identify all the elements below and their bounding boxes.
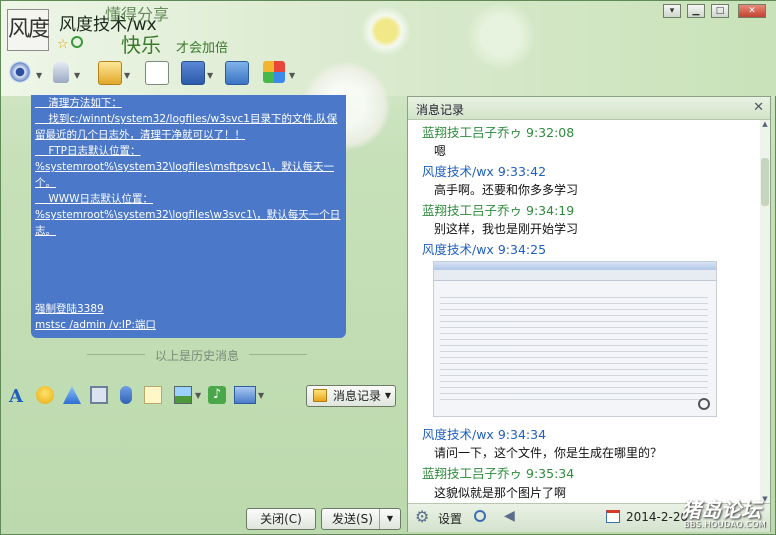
shake-icon[interactable] — [63, 386, 81, 404]
voice-message-icon[interactable] — [120, 386, 132, 404]
message-log-button[interactable]: 消息记录 ▼ — [306, 385, 396, 407]
video-call-icon[interactable] — [9, 61, 31, 83]
message-text: 嗯 — [434, 144, 447, 158]
chat-link[interactable]: 强制登陆3389 — [35, 301, 104, 317]
chevron-down-icon[interactable]: ▼ — [124, 71, 130, 80]
watermark-url: BBS.HOUDAO.COM — [684, 520, 767, 529]
music-icon[interactable]: ♪ — [208, 386, 226, 404]
message-sender: 蓝翔技工吕子乔ゥ 9:32:08 — [422, 125, 575, 140]
gear-icon[interactable]: ⚙ — [415, 507, 429, 526]
message-sender: 蓝翔技工吕子乔ゥ 9:34:19 — [422, 203, 575, 218]
microphone-icon[interactable] — [53, 61, 69, 83]
menu-icon[interactable]: ▾ — [663, 4, 681, 18]
message-sender: 风度技术/wx 9:34:25 — [422, 242, 547, 257]
scroll-down-icon[interactable]: ▼ — [760, 495, 770, 503]
chat-text-line: WWW日志默认位置：%systemroot%\system32\logfiles… — [35, 193, 341, 237]
message-log-icon — [313, 389, 327, 402]
zoom-icon[interactable] — [698, 398, 710, 410]
emoji-icon[interactable] — [36, 386, 54, 404]
screen-capture-icon[interactable] — [234, 386, 256, 404]
chat-text-line: 找到c:/winnt/system32/logfiles/w3svc1目录下的文… — [35, 113, 338, 141]
watermark-title: 猪岛论坛 — [681, 498, 761, 522]
banner-slogan: 才会加倍 — [176, 41, 229, 56]
close-icon[interactable]: ✕ — [738, 4, 766, 18]
star-icon[interactable]: ☆ — [57, 37, 69, 52]
screenshot-titlebar — [434, 262, 716, 270]
scrollbar[interactable]: ▲ ▼ — [760, 120, 770, 503]
contact-avatar[interactable]: 风度 — [7, 9, 50, 51]
settings-label[interactable]: 设置 — [438, 510, 462, 527]
speaker-icon[interactable]: ◀ — [504, 508, 515, 524]
message-log-label: 消息记录 — [333, 389, 382, 403]
log-date[interactable]: 2014-2-20 — [626, 510, 688, 524]
message-sender: 风度技术/wx 9:34:34 — [422, 427, 547, 442]
chevron-down-icon[interactable]: ▼ — [74, 71, 80, 80]
search-icon[interactable] — [474, 510, 486, 522]
banner-slogan: 快乐 — [121, 33, 161, 57]
chat-link[interactable]: mstsc /admin /v:IP:端口 — [35, 317, 156, 333]
message-text: 这貌似就是那个图片了啊 — [434, 486, 567, 500]
message-log-header: 消息记录 ✕ — [408, 97, 770, 120]
screenshot-image[interactable] — [433, 261, 717, 417]
send-file-icon[interactable] — [98, 61, 122, 85]
add-chat-icon[interactable] — [145, 61, 169, 85]
send-button[interactable]: 发送(S) ▼ — [321, 508, 401, 530]
minimize-icon[interactable]: ▁ — [687, 4, 705, 18]
screenshot-toolbar — [434, 270, 716, 281]
scrollbar-thumb[interactable] — [761, 158, 769, 206]
remote-desktop-icon[interactable] — [181, 61, 205, 85]
chevron-down-icon[interactable]: ▼ — [379, 509, 400, 529]
message-log-title: 消息记录 — [416, 103, 465, 117]
chat-window: 风度 风度技术/wx 懂得分享 快乐 才会加倍 ☆ ▾ ▁ □ ✕ ▼ ▼ ▼ … — [0, 0, 776, 535]
message-sender: 蓝翔技工吕子乔ゥ 9:35:34 — [422, 466, 575, 481]
image-icon[interactable] — [174, 386, 192, 404]
chevron-down-icon[interactable]: ▼ — [207, 71, 213, 80]
screenshot-frame-icon[interactable] — [90, 386, 108, 404]
chat-text-line: FTP日志默认位置：%systemroot%\system32\logfiles… — [35, 145, 335, 189]
chevron-down-icon: ▼ — [384, 391, 391, 400]
calendar-icon[interactable] — [606, 510, 620, 523]
maximize-icon[interactable]: □ — [711, 4, 729, 18]
message-text: 别这样，我也是刚开始学习 — [434, 222, 579, 236]
chevron-down-icon[interactable]: ▼ — [289, 71, 295, 80]
apps-icon[interactable] — [263, 61, 285, 83]
font-icon[interactable]: A — [9, 386, 27, 407]
chat-text-line: 清理方法如下： — [35, 97, 122, 109]
history-divider: 以上是历史消息 — [87, 347, 307, 364]
message-log-panel: 消息记录 ✕ 蓝翔技工吕子乔ゥ 9:32:08 嗯 风度技术/wx 9:33:4… — [407, 96, 771, 532]
close-icon[interactable]: ✕ — [753, 100, 764, 115]
close-button[interactable]: 关闭(C) — [246, 508, 316, 530]
send-button-label: 发送(S) — [332, 512, 373, 526]
message-input[interactable] — [7, 411, 401, 503]
chevron-down-icon[interactable]: ▼ — [36, 71, 42, 80]
screenshot-content — [440, 292, 708, 402]
message-text: 请问一下，这个文件，你是生成在哪里的？ — [434, 446, 663, 460]
message-sender: 风度技术/wx 9:33:42 — [422, 164, 547, 179]
flower-decoration — [466, 1, 536, 71]
message-text: 高手啊。还要和你多多学习 — [434, 183, 579, 197]
scroll-up-icon[interactable]: ▲ — [760, 120, 770, 128]
chevron-down-icon[interactable]: ▼ — [195, 391, 201, 400]
share-screen-icon[interactable] — [225, 61, 249, 85]
status-icon[interactable] — [71, 36, 83, 48]
banner-slogan: 懂得分享 — [105, 5, 170, 24]
chevron-down-icon[interactable]: ▼ — [258, 391, 264, 400]
flower-decoration — [361, 6, 411, 56]
note-icon[interactable] — [144, 386, 162, 404]
chat-history: 清理方法如下： 找到c:/winnt/system32/logfiles/w3s… — [31, 95, 346, 338]
